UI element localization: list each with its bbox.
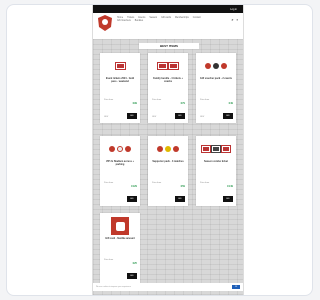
cart-icon[interactable]: ▪ xyxy=(237,17,238,22)
product-image xyxy=(202,143,230,155)
nav-item-season[interactable]: Season xyxy=(149,17,157,19)
product-meta: Price from xyxy=(152,182,162,184)
nav-item-home[interactable]: Home xyxy=(117,17,123,19)
product-title: Gift voucher pack - 2 events xyxy=(200,77,232,80)
product-title: Gift card - flexible amount xyxy=(105,237,135,240)
product-card[interactable]: Gift card - flexible amount Price from €… xyxy=(100,213,140,283)
add-to-cart-button[interactable]: ADD xyxy=(175,113,185,119)
product-price: €99 xyxy=(132,102,137,105)
nav-item-memberships[interactable]: Memberships xyxy=(175,17,189,19)
product-meta: Price from xyxy=(104,182,114,184)
product-card[interactable]: VIP 2x Stadium access + parking Price fr… xyxy=(100,136,140,206)
product-title: VIP 2x Stadium access + parking xyxy=(106,160,134,166)
product-image xyxy=(106,143,134,155)
product-price: €25 xyxy=(132,262,137,265)
product-price: €49 xyxy=(228,102,233,105)
cookie-bar: We use cookies to improve your experienc… xyxy=(93,283,243,291)
nav-item-gift-vouchers[interactable]: Gift Vouchers xyxy=(117,20,131,22)
nav-item-tickets[interactable]: Tickets xyxy=(127,17,134,19)
nav-item-gift-cards[interactable]: Gift cards xyxy=(161,17,171,19)
top-bar: Log in xyxy=(93,5,243,13)
page-viewport: Log in Home Tickets Events Season Gift c… xyxy=(92,5,244,295)
search-icon[interactable]: ⌕ xyxy=(231,17,233,22)
header-icons: ⌕ ▪ xyxy=(231,17,238,22)
product-card[interactable]: Family bundle - 4 tickets + snacks Price… xyxy=(148,53,188,123)
product-title: Event tickets 2024 - Gold pass - weekend xyxy=(105,77,135,83)
product-meta: Price from xyxy=(200,182,210,184)
nav-item-contact[interactable]: Contact xyxy=(193,17,201,19)
product-image xyxy=(202,60,230,72)
cookie-text: We use cookies to improve your experienc… xyxy=(96,286,131,288)
add-to-cart-button[interactable]: ADD xyxy=(127,273,137,279)
add-to-cart-button[interactable]: ADD xyxy=(127,113,137,119)
product-title: Family bundle - 4 tickets + snacks xyxy=(153,77,183,83)
site-logo[interactable] xyxy=(98,15,112,31)
page-title: BEST ITEMS xyxy=(139,43,199,49)
product-card[interactable]: Supporter pack - 3 matches Price from €5… xyxy=(148,136,188,206)
add-to-cart-button[interactable]: ADD xyxy=(127,196,137,202)
product-title: Supporter pack - 3 matches xyxy=(152,160,184,163)
product-image xyxy=(154,60,182,72)
product-card[interactable]: Season combo ticket Price from €149 ADD xyxy=(196,136,236,206)
product-price: €59 xyxy=(180,185,185,188)
add-to-cart-button[interactable]: ADD xyxy=(175,196,185,202)
nav-item-bundles[interactable]: Bundles xyxy=(135,20,143,22)
product-meta: Price from xyxy=(200,99,210,101)
product-meta: Price from xyxy=(104,99,114,101)
product-image xyxy=(106,217,134,235)
product-meta: Price from xyxy=(152,99,162,101)
product-price: €129 xyxy=(131,185,137,188)
product-tag: NEW xyxy=(152,116,157,118)
main-nav: Home Tickets Events Season Gift cards Me… xyxy=(117,17,213,22)
add-to-cart-button[interactable]: ADD xyxy=(223,196,233,202)
product-tag: NEW xyxy=(200,116,205,118)
product-image xyxy=(154,143,182,155)
product-image xyxy=(106,60,134,72)
login-link[interactable]: Log in xyxy=(230,8,237,11)
add-to-cart-button[interactable]: ADD xyxy=(223,113,233,119)
product-card[interactable]: Gift voucher pack - 2 events Price from … xyxy=(196,53,236,123)
cookie-accept-button[interactable]: OK xyxy=(232,285,240,289)
product-card[interactable]: Event tickets 2024 - Gold pass - weekend… xyxy=(100,53,140,123)
product-price: €149 xyxy=(227,185,233,188)
product-tag: NEW xyxy=(104,116,109,118)
product-price: €79 xyxy=(180,102,185,105)
product-meta: Price from xyxy=(104,259,114,261)
product-title: Season combo ticket xyxy=(204,160,228,163)
site-header: Home Tickets Events Season Gift cards Me… xyxy=(93,13,243,39)
nav-item-events[interactable]: Events xyxy=(138,17,145,19)
